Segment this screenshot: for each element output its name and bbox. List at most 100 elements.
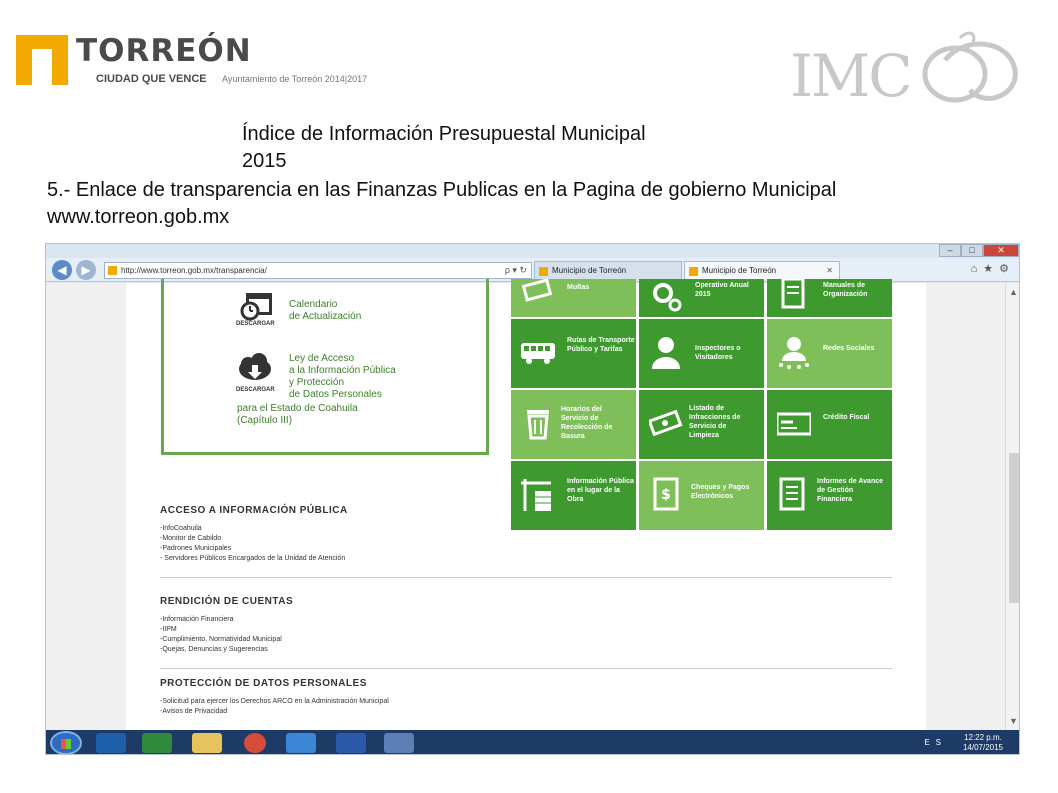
section-link[interactable]: -IIPM	[160, 626, 177, 633]
web-page: DESCARGAR Calendario de Actualización DE…	[126, 278, 926, 730]
folder-icon[interactable]	[192, 733, 222, 753]
section-link[interactable]: -Cumplimiento, Normatividad Municipal	[160, 636, 282, 643]
scroll-down-icon[interactable]: ▼	[1009, 716, 1018, 726]
download-label-line: Calendario	[289, 299, 338, 310]
imco-text: IMC	[790, 42, 913, 110]
tile-label: Inspectores o Visitadores	[695, 345, 741, 361]
tile-label: Horarios del Servicio de Recolección de …	[561, 406, 613, 440]
torreon-name: TORREÓN	[76, 33, 252, 69]
close-window-button[interactable]: ✕	[983, 244, 1019, 257]
slide-subtitle-line1: 5.- Enlace de transparencia en las Finan…	[47, 179, 837, 201]
download-label-line: y Protección	[289, 377, 345, 388]
tab-favicon-icon	[539, 267, 548, 276]
chrome-icon[interactable]	[244, 733, 266, 753]
person-icon	[652, 337, 680, 369]
tile-cheques[interactable]: $ Cheques y Pagos Electrónicos	[639, 461, 764, 530]
slide-title-line2: 2015	[242, 150, 287, 172]
gears-icon	[653, 283, 682, 312]
report-icon	[779, 477, 805, 511]
excel-icon[interactable]	[142, 733, 172, 753]
taskbar-clock[interactable]: 12:22 p.m. 14/07/2015	[963, 733, 1003, 753]
tile-horarios[interactable]: Horarios del Servicio de Recolección de …	[511, 390, 636, 459]
section-link[interactable]: -Monitor de Cabildo	[160, 535, 221, 542]
minimize-button[interactable]: –	[939, 244, 961, 257]
slide-title: Índice de Información Presupuestal Munic…	[242, 121, 646, 175]
scroll-up-icon[interactable]: ▲	[1009, 287, 1018, 297]
tile-operativo[interactable]: Operativo Anual 2015	[639, 279, 764, 317]
slide-subtitle: 5.- Enlace de transparencia en las Finan…	[47, 177, 1024, 231]
system-tray[interactable]: ES	[924, 738, 947, 747]
download-label-line: de Actualización	[289, 311, 362, 322]
tile-infracciones[interactable]: Listado de Infracciones de Servicio de L…	[639, 390, 764, 459]
torreon-mark-icon	[16, 35, 68, 85]
window-titlebar: – □ ✕	[46, 244, 1019, 258]
tile-label: Listado de Infracciones de Servicio de L…	[689, 405, 741, 439]
tile-label: Informes de Avance de Gestión Financiera	[817, 478, 884, 503]
section-title-rendicion: RENDICIÓN DE CUENTAS	[160, 596, 294, 607]
windows-logo-icon	[61, 739, 71, 749]
download-label-line: para el Estado de Coahuila	[237, 403, 358, 414]
tab-municipio-2[interactable]: Municipio de Torreón ✕	[684, 261, 840, 280]
tile-credito[interactable]: Crédito Fiscal	[767, 390, 892, 459]
torreon-subtitle: Ayuntamiento de Torreón 2014|2017	[222, 74, 368, 84]
tile-inspectores[interactable]: Inspectores o Visitadores	[639, 319, 764, 388]
tile-label: Cheques y Pagos Electrónicos	[691, 484, 750, 500]
tab-close-icon[interactable]: ✕	[826, 262, 833, 280]
tile-rutas[interactable]: Rutas de Transporte Público y Tarifas	[511, 319, 636, 388]
download-calendar-link[interactable]: Calendario de Actualización	[289, 299, 361, 323]
forward-icon[interactable]: ▶	[76, 260, 96, 280]
tab-favicon-icon	[689, 267, 698, 276]
scroll-thumb[interactable]	[1009, 453, 1019, 603]
section-link[interactable]: - Servidores Públicos Encargados de la U…	[160, 555, 345, 562]
divider	[160, 577, 892, 578]
word-icon[interactable]	[336, 733, 366, 753]
tile-label: Operativo Anual 2015	[695, 282, 749, 298]
language-indicator[interactable]: ES	[924, 738, 947, 747]
money-icon	[649, 409, 683, 437]
crane-icon	[521, 479, 551, 511]
bus-icon	[521, 343, 555, 364]
section-link[interactable]: -Avisos de Privacidad	[160, 708, 227, 715]
back-icon[interactable]: ◀	[52, 260, 72, 280]
download-caption: DESCARGAR	[236, 321, 275, 327]
vertical-scrollbar[interactable]: ▲ ▼	[1005, 283, 1019, 730]
paint-icon[interactable]	[384, 733, 414, 753]
download-ley-link[interactable]: Ley de Acceso a la Información Pública y…	[289, 353, 396, 401]
calendar-icon[interactable]	[238, 287, 276, 325]
download-label-line: Ley de Acceso	[289, 353, 355, 364]
address-bar[interactable]: http://www.torreon.gob.mx/transparencia/…	[104, 262, 532, 279]
maximize-button[interactable]: □	[961, 244, 983, 257]
tile-manuales[interactable]: Manuales de Organización	[767, 279, 892, 317]
divider	[160, 668, 892, 669]
tile-label: Multas	[567, 284, 590, 291]
section-link[interactable]: -Quejas, Denuncias y Sugerencias	[160, 646, 268, 653]
section-link[interactable]: -InfoCoahuila	[160, 525, 202, 532]
downloads-box: DESCARGAR Calendario de Actualización DE…	[161, 279, 489, 455]
start-button[interactable]	[50, 731, 82, 754]
browser-screenshot: – □ ✕ ◀ ▶ http://www.torreon.gob.mx/tran…	[45, 243, 1020, 755]
tile-label: Redes Sociales	[823, 345, 875, 352]
download-label-line: de Datos Personales	[289, 389, 382, 400]
cloud-download-icon[interactable]	[236, 351, 274, 389]
internet-explorer-icon[interactable]	[286, 733, 316, 753]
windows-taskbar: ES 12:22 p.m. 14/07/2015	[46, 730, 1019, 754]
section-link[interactable]: -Padrones Municipales	[160, 545, 231, 552]
manual-icon	[781, 279, 805, 309]
section-title-proteccion: PROTECCIÓN DE DATOS PERSONALES	[160, 678, 367, 689]
download-label-line: a la Información Pública	[289, 365, 396, 376]
browser-toolbar-icons[interactable]: ⌂★⚙	[971, 262, 1015, 275]
clock-date: 14/07/2015	[962, 743, 1003, 752]
tile-info-obra[interactable]: Información Pública en el lugar de la Ob…	[511, 461, 636, 530]
tab-municipio-1[interactable]: Municipio de Torreón	[534, 261, 682, 280]
address-controls[interactable]: ρ ▾ ↻	[505, 263, 527, 278]
media-player-icon[interactable]	[96, 733, 126, 753]
tile-multas[interactable]: Multas	[511, 278, 636, 317]
tile-label: Rutas de Transporte Público y Tarifas	[567, 337, 635, 353]
tile-informes[interactable]: Informes de Avance de Gestión Financiera	[767, 461, 892, 530]
money-icon	[521, 278, 553, 302]
section-link[interactable]: -Solicitud para ejercer los Derechos ARC…	[160, 698, 389, 705]
download-ley-extra[interactable]: para el Estado de Coahuila (Capítulo III…	[237, 403, 358, 427]
tile-redes[interactable]: Redes Sociales	[767, 319, 892, 388]
section-link[interactable]: -Información Financiera	[160, 616, 234, 623]
download-caption: DESCARGAR	[236, 387, 275, 393]
